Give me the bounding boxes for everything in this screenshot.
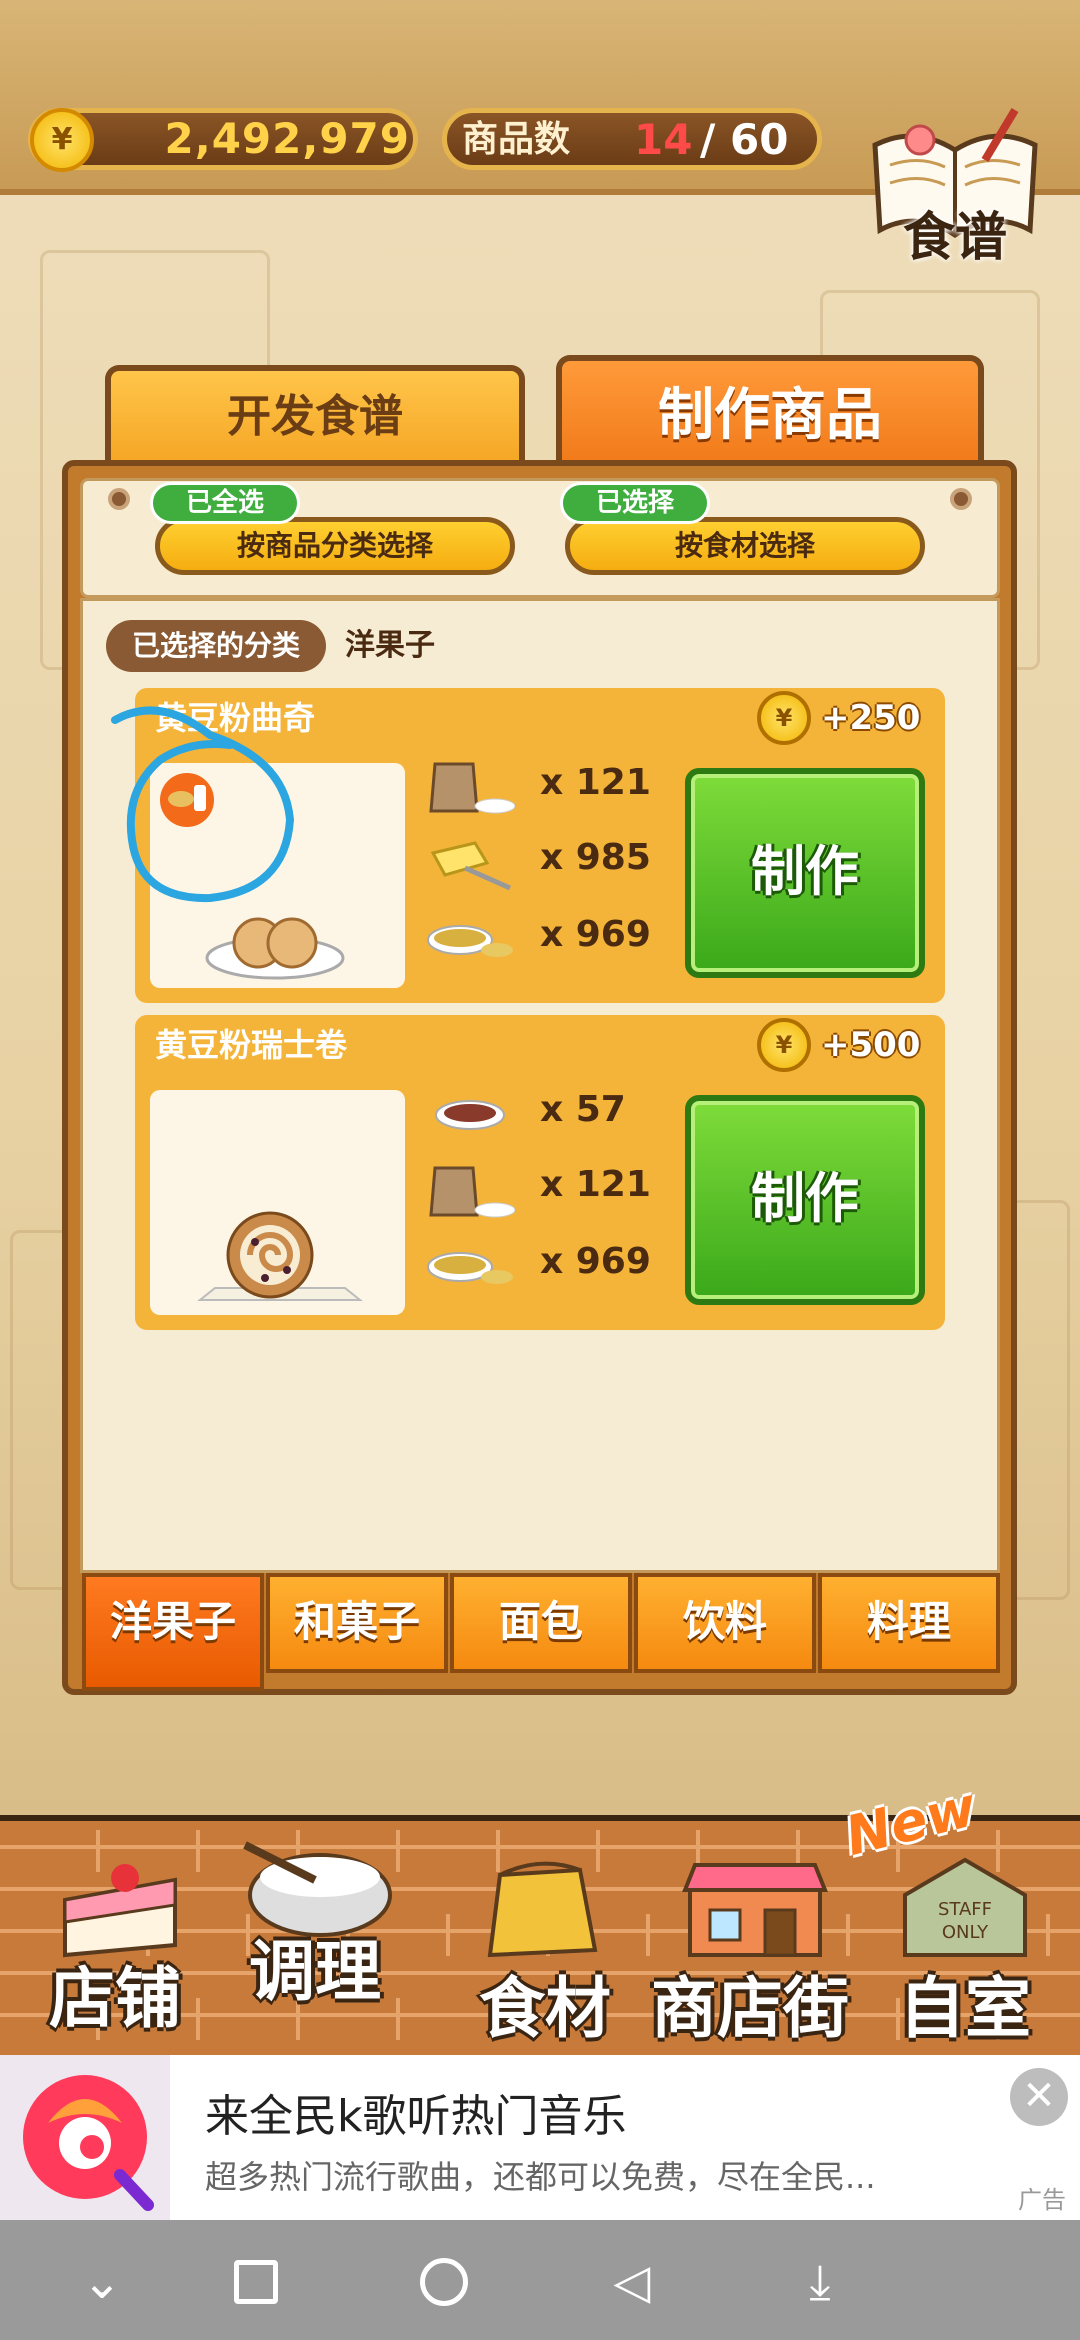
product-card: 黄豆粉瑞士卷 ¥ +500 x 57 x 121 x 969 制作 [135,1015,945,1330]
category-tab-western-sweets[interactable]: 洋果子 [82,1573,264,1691]
swiss-roll-icon [197,1211,363,1301]
ad-title[interactable]: 来全民k歌听热门音乐 [205,2080,626,2144]
product-name: 黄豆粉瑞士卷 [155,1026,348,1064]
tab-make-product[interactable]: 制作商品 [556,355,984,470]
selected-category-value: 洋果子 [345,628,435,663]
tab-develop-recipe[interactable]: 开发食谱 [105,365,525,465]
category-tab-dishes[interactable]: 料理 [818,1573,1000,1673]
coin-icon: ¥ [30,108,94,172]
category-tab-drinks[interactable]: 饮料 [634,1573,816,1673]
system-navigation-bar [0,2220,1080,2340]
nav-cooking-label: 调理 [249,1933,381,2010]
recent-apps-icon[interactable] [226,2252,286,2312]
selected-category-label: 已选择的分类 [106,620,326,672]
ingredient-sack-icon [487,1861,598,1958]
ingredient-quantity: x 121 [540,762,651,803]
cookie-plate-icon [205,917,345,980]
coin-icon: ¥ [757,691,811,745]
goods-count-separator: / [700,115,716,164]
product-reward: +250 [821,698,921,738]
ingredient-quantity: x 57 [540,1089,626,1130]
home-icon[interactable] [414,2252,474,2312]
svg-text:STAFF: STAFF [938,1899,992,1920]
make-button[interactable]: 制作 [685,768,925,978]
product-reward: +500 [821,1025,921,1065]
goods-count-label: 商品数 [462,119,571,160]
soybean-powder-icon [425,1237,515,1297]
rivet [108,488,130,510]
recipe-label: 食谱 [902,208,1007,268]
goods-count-max: 60 [730,115,789,164]
ingredient-quantity: x 985 [540,837,651,878]
staff-door-icon: STAFF ONLY [903,1857,1027,1957]
filter-by-ingredient-button[interactable]: 按食材选择 [565,517,925,575]
money-value: 2,492,979 [164,114,410,163]
ad-description[interactable]: 超多热门流行歌曲，还都可以免费，尽在全民... [205,2152,925,2198]
ad-close-button[interactable]: ✕ [1010,2068,1068,2126]
chevron-down-icon[interactable]: ⌄ [72,2252,132,2312]
ingredient-quantity: x 969 [540,1241,651,1282]
flour-bag-icon [425,756,516,816]
ingredient-quantity: x 121 [540,1164,651,1205]
nav-ingredients-label: 食材 [479,1970,611,2047]
storefront-icon [682,1863,828,1957]
filter-category-status-badge: 已全选 [150,482,300,524]
back-icon[interactable]: ◁ [602,2252,662,2312]
cake-icon [63,1864,177,1958]
goods-count-current: 14 [634,115,693,164]
soybean-powder-icon [425,910,515,970]
nav-shopping-street-label: 商店街 [651,1970,849,2047]
butter-icon [425,833,515,893]
red-bean-icon [425,1083,515,1143]
nav-private-room-label: 自室 [899,1970,1031,2047]
svg-text:ONLY: ONLY [942,1922,989,1943]
ingredient-quantity: x 969 [540,914,651,955]
category-tab-bread[interactable]: 面包 [450,1573,632,1673]
karaoke-app-icon [23,2075,154,2211]
filter-by-category-button[interactable]: 按商品分类选择 [155,517,515,575]
coin-icon: ¥ [757,1018,811,1072]
ad-tag: 广告 [1018,2186,1066,2214]
product-image [150,1090,405,1315]
filter-ingredient-status-badge: 已选择 [560,482,710,524]
rivet [950,488,972,510]
category-tab-japanese-sweets[interactable]: 和菓子 [266,1573,448,1673]
flour-bag-icon [425,1160,516,1220]
notification-pull-icon[interactable]: ⤓ [790,2252,850,2312]
annotation-circle [111,706,295,903]
ad-logo[interactable] [0,2055,170,2220]
make-button[interactable]: 制作 [685,1095,925,1305]
nav-shop-label: 店铺 [49,1960,181,2037]
